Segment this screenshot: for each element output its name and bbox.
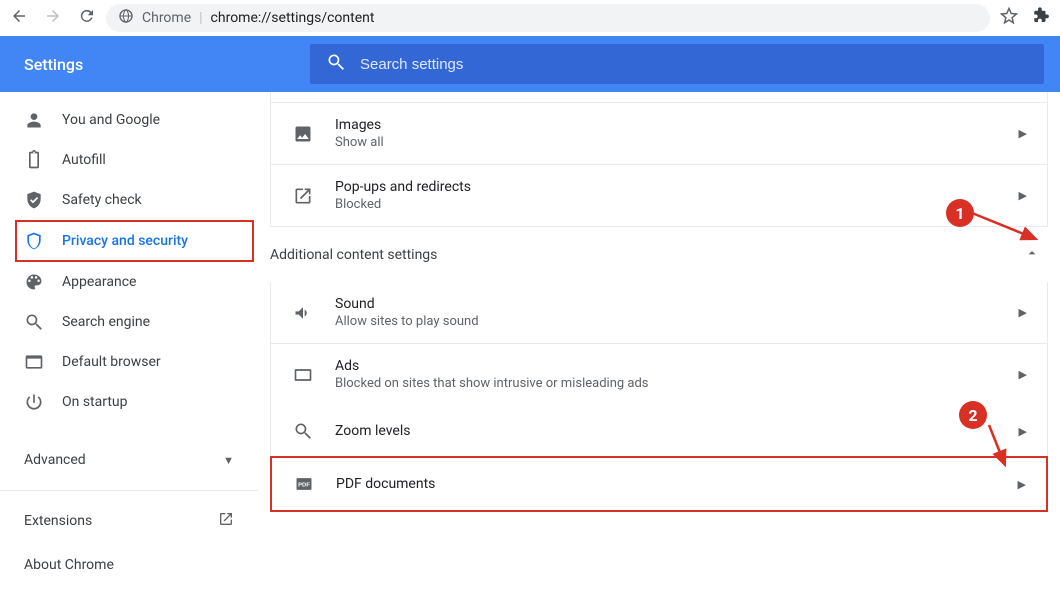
chevron-right-icon: ▶ — [1019, 189, 1027, 202]
section-header-title: Additional content settings — [270, 247, 437, 263]
open-in-new-icon — [218, 511, 234, 531]
sidebar-item-search-engine[interactable]: Search engine — [0, 302, 258, 342]
clipboard-icon — [24, 150, 44, 170]
person-icon — [24, 110, 44, 130]
svg-text:PDF: PDF — [298, 483, 310, 489]
content-settings-main: Images Show all ▶ Pop-ups and redirects … — [258, 92, 1060, 605]
setting-row-ads[interactable]: Ads Blocked on sites that show intrusive… — [271, 343, 1047, 405]
row-title: Pop-ups and redirects — [335, 179, 1019, 195]
search-icon — [326, 52, 346, 76]
forward-button[interactable] — [44, 7, 62, 29]
setting-row-sound[interactable]: Sound Allow sites to play sound ▶ — [271, 282, 1047, 343]
star-icon[interactable] — [1000, 7, 1018, 29]
row-subtitle: Show all — [335, 135, 1019, 150]
ads-icon — [291, 363, 315, 387]
row-text: Ads Blocked on sites that show intrusive… — [335, 358, 1019, 391]
sidebar-divider — [0, 490, 258, 491]
site-info-icon[interactable] — [118, 8, 134, 28]
setting-row-pdf-documents[interactable]: PDF PDF documents ▶ — [270, 456, 1048, 512]
additional-section-wrap: Additional content settings 1 — [258, 227, 1060, 282]
back-button[interactable] — [10, 7, 28, 29]
power-icon — [24, 392, 44, 412]
pdf-icon: PDF — [292, 472, 316, 496]
row-title: Images — [335, 117, 1019, 133]
sidebar-advanced[interactable]: Advanced ▼ — [0, 438, 258, 482]
row-title: PDF documents — [336, 476, 1018, 492]
sidebar-label: Default browser — [62, 354, 161, 370]
setting-row-images[interactable]: Images Show all ▶ — [271, 102, 1047, 164]
sidebar-item-on-startup[interactable]: On startup — [0, 382, 258, 422]
truncated-prev-row — [271, 92, 1047, 102]
extensions-icon[interactable] — [1032, 7, 1050, 29]
setting-row-zoom[interactable]: Zoom levels ▶ — [271, 405, 1047, 457]
sidebar-item-you-and-google[interactable]: You and Google — [0, 100, 258, 140]
sidebar-extensions[interactable]: Extensions — [0, 499, 258, 543]
sidebar-label: Privacy and security — [62, 233, 188, 249]
row-text: Zoom levels — [335, 423, 1019, 439]
palette-icon — [24, 272, 44, 292]
shield-icon — [24, 231, 44, 251]
chevron-down-icon: ▼ — [223, 454, 234, 467]
toolbar-right — [1000, 7, 1050, 29]
sidebar-item-autofill[interactable]: Autofill — [0, 140, 258, 180]
search-settings-box[interactable] — [310, 44, 1044, 84]
sidebar-label: Search engine — [62, 314, 150, 330]
row-text: Sound Allow sites to play sound — [335, 296, 1019, 329]
browser-toolbar: Chrome | chrome://settings/content — [0, 0, 1060, 36]
search-settings-input[interactable] — [360, 56, 1028, 73]
sidebar-label: Autofill — [62, 152, 106, 168]
image-icon — [291, 122, 315, 146]
sidebar-label: On startup — [62, 394, 128, 410]
settings-header: Settings — [0, 36, 1060, 92]
sidebar-label: Safety check — [62, 192, 142, 208]
settings-title: Settings — [0, 55, 310, 74]
omnibox-url: chrome://settings/content — [211, 10, 375, 26]
row-text: PDF documents — [336, 476, 1018, 492]
content-card-additional: Sound Allow sites to play sound ▶ Ads Bl… — [270, 282, 1048, 512]
search-settings-wrap — [310, 44, 1060, 84]
nav-buttons — [10, 7, 96, 29]
setting-row-popups[interactable]: Pop-ups and redirects Blocked ▶ — [271, 164, 1047, 226]
omnibox-divider: | — [199, 10, 202, 26]
row-title: Sound — [335, 296, 1019, 312]
omnibox-browser-label: Chrome — [142, 10, 191, 26]
sidebar-item-appearance[interactable]: Appearance — [0, 262, 258, 302]
chevron-right-icon: ▶ — [1019, 127, 1027, 140]
row-text: Pop-ups and redirects Blocked — [335, 179, 1019, 212]
browser-icon — [24, 352, 44, 372]
chevron-right-icon: ▶ — [1019, 368, 1027, 381]
annotation-badge-1: 1 — [946, 199, 974, 227]
sidebar-item-default-browser[interactable]: Default browser — [0, 342, 258, 382]
omnibox[interactable]: Chrome | chrome://settings/content — [106, 4, 990, 32]
chevron-up-icon — [1024, 245, 1048, 264]
search-icon — [24, 312, 44, 332]
sidebar-label: You and Google — [62, 112, 160, 128]
chevron-right-icon: ▶ — [1018, 478, 1026, 491]
settings-page: You and Google Autofill Safety check Pri… — [0, 92, 1060, 605]
row-subtitle: Blocked on sites that show intrusive or … — [335, 376, 1019, 391]
additional-content-settings-header[interactable]: Additional content settings — [258, 227, 1060, 282]
chevron-right-icon: ▶ — [1019, 306, 1027, 319]
row-title: Ads — [335, 358, 1019, 374]
row-subtitle: Blocked — [335, 197, 1019, 212]
chevron-right-icon: ▶ — [1019, 425, 1027, 438]
sidebar-item-safety-check[interactable]: Safety check — [0, 180, 258, 220]
sidebar-about-chrome[interactable]: About Chrome — [0, 543, 258, 587]
annotation-badge-2: 2 — [959, 401, 987, 429]
content-card-top: Images Show all ▶ Pop-ups and redirects … — [270, 92, 1048, 227]
sidebar-about-label: About Chrome — [24, 557, 114, 573]
shield-check-icon — [24, 190, 44, 210]
row-text: Images Show all — [335, 117, 1019, 150]
popup-icon — [291, 184, 315, 208]
row-subtitle: Allow sites to play sound — [335, 314, 1019, 329]
zoom-icon — [291, 419, 315, 443]
sidebar-advanced-label: Advanced — [24, 452, 86, 468]
row-title: Zoom levels — [335, 423, 1019, 439]
sidebar-item-privacy-security[interactable]: Privacy and security — [15, 220, 254, 262]
sidebar-extensions-label: Extensions — [24, 513, 92, 529]
sidebar-label: Appearance — [62, 274, 136, 290]
sidebar: You and Google Autofill Safety check Pri… — [0, 92, 258, 605]
reload-button[interactable] — [78, 7, 96, 29]
sound-icon — [291, 301, 315, 325]
